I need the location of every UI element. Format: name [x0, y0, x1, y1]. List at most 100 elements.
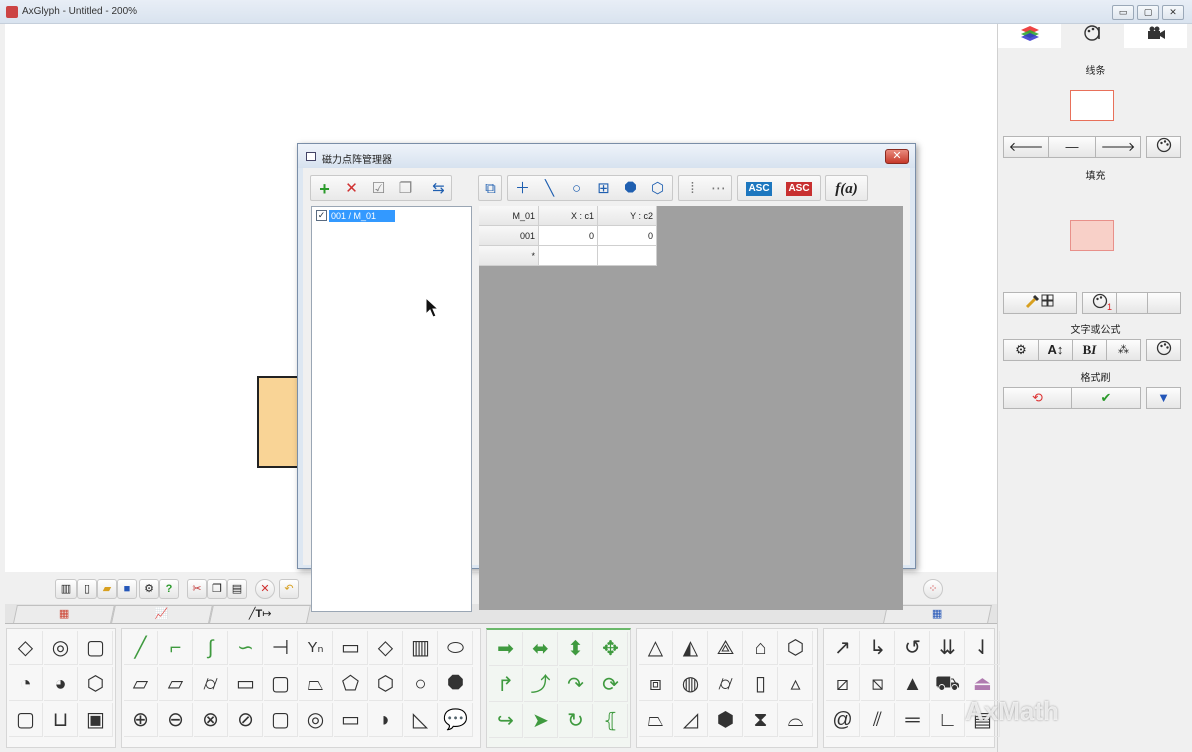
import-ascii-icon[interactable]: ASC: [780, 178, 818, 200]
cylinder-shape[interactable]: ⌭: [709, 667, 743, 701]
tab-color[interactable]: ▦: [13, 605, 115, 623]
close-button[interactable]: ✕: [1162, 5, 1184, 20]
arrow-chevron-shape[interactable]: ➤: [524, 704, 558, 738]
cut-button[interactable]: ✂: [187, 579, 207, 599]
arc-point-shape[interactable]: ◔: [9, 667, 43, 701]
export-ascii-icon[interactable]: ASC: [740, 178, 778, 200]
triangle-tool[interactable]: ◺: [404, 703, 438, 737]
add-icon[interactable]: +: [313, 178, 336, 200]
corner-shape[interactable]: ∟: [931, 703, 965, 737]
hexagon-point-shape[interactable]: ⬡: [79, 667, 113, 701]
drum-tool[interactable]: ⌭: [194, 667, 228, 701]
vertical-dots-icon[interactable]: ⁞: [681, 178, 704, 200]
rounded-point-shape[interactable]: ▢: [9, 703, 43, 737]
tube-shape[interactable]: ▯: [744, 667, 778, 701]
divide-circle-tool[interactable]: ⊘: [229, 703, 263, 737]
settings-button[interactable]: ⚙: [139, 579, 159, 599]
frustum-shape[interactable]: ⏢: [639, 703, 673, 737]
open-folder-button[interactable]: ▰: [97, 579, 117, 599]
table-row-header[interactable]: 001: [479, 226, 539, 246]
sector-point-shape[interactable]: ◕: [44, 667, 78, 701]
octagon-icon[interactable]: ⯃: [619, 178, 642, 200]
list-item-checkbox[interactable]: ✓: [316, 210, 327, 221]
hexagon-tool[interactable]: ⬡: [369, 667, 403, 701]
house-shape[interactable]: ⌂: [744, 631, 778, 665]
resistor-shape[interactable]: ⧅: [861, 667, 895, 701]
pentagon-tool[interactable]: ⬠: [334, 667, 368, 701]
brace-shape[interactable]: ⦃: [594, 704, 628, 738]
ring-tool[interactable]: ◎: [299, 703, 333, 737]
fill-slot-button[interactable]: [1116, 292, 1148, 314]
cone-shape[interactable]: ▵: [779, 667, 813, 701]
moon-tool[interactable]: ◗: [369, 703, 403, 737]
checkall-icon[interactable]: ☑: [367, 178, 390, 200]
undo-button[interactable]: ↶: [279, 579, 299, 599]
field-arrows-shape[interactable]: ⇃: [966, 631, 1000, 665]
layers-icon[interactable]: [998, 24, 1061, 48]
rounded-rect-tool[interactable]: ▢: [264, 667, 298, 701]
arrow-double-shape[interactable]: ⬌: [524, 632, 558, 666]
rotate-arrow-shape[interactable]: ↺: [896, 631, 930, 665]
arrow-circle-shape[interactable]: ↻: [559, 704, 593, 738]
subscript-tool[interactable]: Yₙ: [299, 631, 333, 665]
arrow-bend-shape[interactable]: ↪: [489, 704, 523, 738]
text-settings-button[interactable]: ⚙: [1003, 339, 1039, 361]
fill-slot-button-2[interactable]: [1147, 292, 1181, 314]
bezier-tool[interactable]: ∽: [229, 631, 263, 665]
refresh-icon[interactable]: ⇆: [427, 178, 450, 200]
double-line-shape[interactable]: ═: [896, 703, 930, 737]
fill-color-swatch[interactable]: [1070, 220, 1114, 251]
arrow-uturn-shape[interactable]: ↷: [559, 668, 593, 702]
sphere-shape[interactable]: ◍: [674, 667, 708, 701]
arrow-right-shape[interactable]: ➡: [489, 632, 523, 666]
new-file-button[interactable]: ▯: [77, 579, 97, 599]
process-tool[interactable]: ▥: [404, 631, 438, 665]
parallelogram-tool[interactable]: ▱: [159, 667, 193, 701]
times-circle-tool[interactable]: ⊗: [194, 703, 228, 737]
cross-icon[interactable]: ＋: [511, 178, 534, 200]
view-menu-button[interactable]: ▥: [55, 579, 77, 599]
arrow-turn-shape[interactable]: ↱: [489, 668, 523, 702]
arrow-right-button[interactable]: 🡒: [1095, 136, 1141, 158]
curve-line-tool[interactable]: ∫: [194, 631, 228, 665]
brush-grid-button[interactable]: [1003, 292, 1077, 314]
line-palette-button[interactable]: [1146, 136, 1181, 158]
bracket-point-shape[interactable]: ▣: [79, 703, 113, 737]
step-arrow-shape[interactable]: ↳: [861, 631, 895, 665]
text-palette-button[interactable]: [1146, 339, 1181, 361]
spiral-shape[interactable]: @: [826, 703, 860, 737]
minimize-button[interactable]: ▭: [1112, 5, 1134, 20]
circle-tool[interactable]: ○: [404, 667, 438, 701]
font-size-button[interactable]: A↕: [1038, 339, 1073, 361]
diamond-point-shape[interactable]: ◇: [9, 631, 43, 665]
line-color-swatch[interactable]: [1070, 90, 1114, 121]
cube-shape[interactable]: ⧈: [639, 667, 673, 701]
paste-button[interactable]: ▤: [227, 579, 247, 599]
tab-chart[interactable]: 📈: [111, 605, 213, 623]
line-tool[interactable]: ╱: [124, 631, 158, 665]
diagonal-line-icon[interactable]: ╲: [538, 178, 561, 200]
function-icon[interactable]: f(a): [828, 178, 865, 200]
table-new-cell-x[interactable]: [539, 246, 598, 266]
apply-style-button[interactable]: ✔: [1071, 387, 1141, 409]
arrow-curve-shape[interactable]: ⤴: [524, 668, 558, 702]
hyperboloid-shape[interactable]: ⧗: [744, 703, 778, 737]
circle-point-shape[interactable]: ◎: [44, 631, 78, 665]
diamond-tool[interactable]: ◇: [369, 631, 403, 665]
hatched-line-shape[interactable]: ⫽: [861, 703, 895, 737]
cart-shape[interactable]: ⛟: [931, 667, 965, 701]
table-new-cell-y[interactable]: [598, 246, 657, 266]
minus-circle-tool[interactable]: ⊖: [159, 703, 193, 737]
octagon-tool[interactable]: ⯃: [439, 667, 473, 701]
cone-outline-shape[interactable]: ⟁: [709, 631, 743, 665]
tab-text[interactable]: ╱T↦: [209, 605, 311, 623]
arrow-left-button[interactable]: 🡐: [1003, 136, 1049, 158]
cup-point-shape[interactable]: ⊔: [44, 703, 78, 737]
maximize-button[interactable]: ▢: [1137, 5, 1159, 20]
square-point-shape[interactable]: ▢: [79, 631, 113, 665]
text-effect-button[interactable]: ⁂: [1106, 339, 1141, 361]
copy-button[interactable]: ❐: [207, 579, 227, 599]
dialog-close-button[interactable]: ✕: [885, 149, 909, 164]
down-arrows-shape[interactable]: ⇊: [931, 631, 965, 665]
arrow-four-way-shape[interactable]: ✥: [594, 632, 628, 666]
